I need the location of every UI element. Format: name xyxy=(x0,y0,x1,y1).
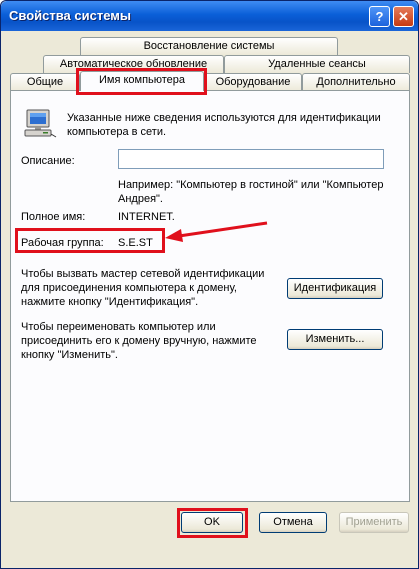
tab-computer-name[interactable]: Имя компьютера xyxy=(80,71,204,91)
help-button[interactable]: ? xyxy=(369,6,390,27)
description-label: Описание: xyxy=(21,155,75,167)
description-input[interactable] xyxy=(118,149,384,169)
rename-button[interactable]: Изменить... xyxy=(287,329,383,350)
intro-text: Указанные ниже сведения используются для… xyxy=(67,112,381,138)
tab-general[interactable]: Общие xyxy=(10,73,80,91)
tab-remote[interactable]: Удаленные сеансы xyxy=(224,55,410,73)
computer-icon xyxy=(24,109,57,138)
title-bar[interactable]: Свойства системы ? ✕ xyxy=(1,1,418,31)
tab-advanced[interactable]: Дополнительно xyxy=(302,73,410,91)
system-properties-window: Свойства системы ? ✕ Восстановление сист… xyxy=(0,0,419,569)
rename-text: Чтобы переименовать компьютер или присое… xyxy=(21,321,257,361)
tab-hardware[interactable]: Оборудование xyxy=(204,73,302,91)
description-example: Например: "Компьютер в гостиной" или "Ко… xyxy=(118,179,384,205)
network-id-button[interactable]: Идентификация xyxy=(287,278,383,299)
computer-name-panel: Указанные ниже сведения используются для… xyxy=(10,90,410,502)
network-id-text: Чтобы вызвать мастер сетевой идентификац… xyxy=(21,268,265,308)
workgroup-value: S.E.ST xyxy=(118,237,153,249)
ok-button[interactable]: OK xyxy=(181,512,243,533)
cancel-button[interactable]: Отмена xyxy=(259,512,327,533)
close-button[interactable]: ✕ xyxy=(393,6,414,27)
workgroup-label: Рабочая группа: xyxy=(21,237,104,249)
window-title: Свойства системы xyxy=(9,8,131,23)
full-name-label: Полное имя: xyxy=(21,211,86,223)
annotation-arrow-icon xyxy=(165,221,268,242)
apply-button[interactable]: Применить xyxy=(339,512,409,533)
tab-system-restore[interactable]: Восстановление системы xyxy=(80,37,338,55)
